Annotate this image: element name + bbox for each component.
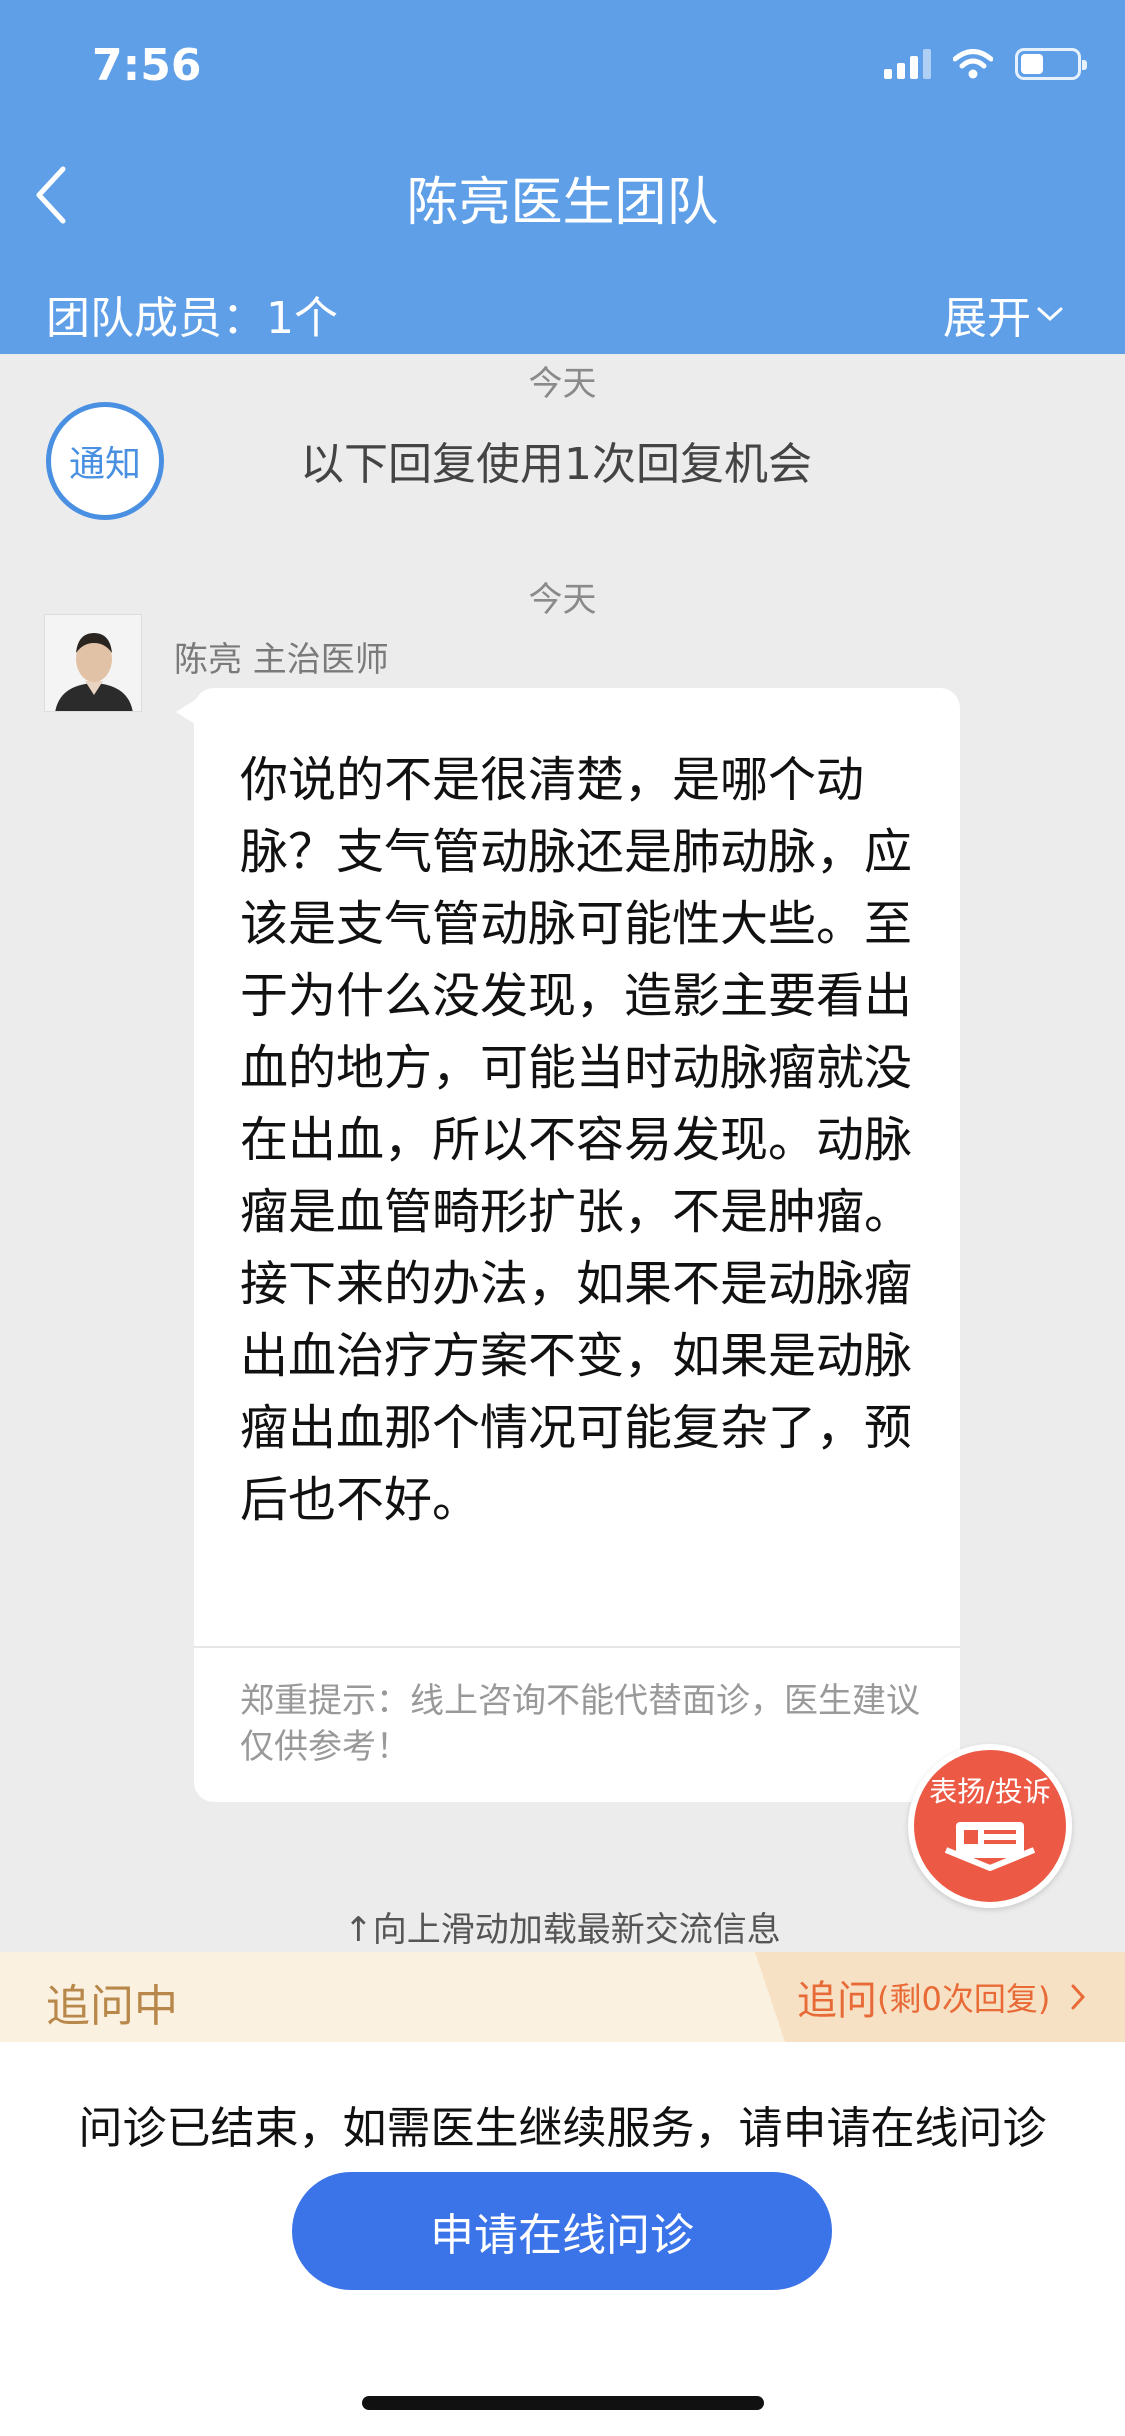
praise-complaint-button[interactable]: 表扬/投诉 — [908, 1744, 1072, 1908]
notice-badge: 通知 — [46, 402, 164, 520]
followup-remaining: (剩0次回复) — [877, 1980, 1051, 2018]
date-label: 今天 — [528, 580, 597, 620]
followup-status: 追问中 — [46, 1981, 178, 2032]
praise-label: 表扬/投诉 — [929, 1775, 1051, 1808]
apply-online-consultation-button[interactable]: 申请在线问诊 — [292, 2172, 832, 2290]
expand-label: 展开 — [943, 293, 1031, 344]
signal-icon — [884, 49, 931, 79]
page-title: 陈亮医生团队 — [406, 173, 719, 233]
status-icons — [884, 48, 1087, 80]
expand-button[interactable]: 展开 — [943, 282, 1063, 346]
divider — [194, 1646, 960, 1648]
date-label: 今天 — [528, 364, 597, 404]
chevron-right-icon — [1071, 1984, 1086, 2010]
followup-label: 追问 — [797, 1978, 877, 2024]
home-indicator[interactable] — [362, 2396, 764, 2410]
doctor-photo — [45, 615, 141, 711]
doctor-avatar[interactable] — [44, 614, 142, 712]
wifi-icon — [953, 49, 993, 79]
followup-bar: 追问中 追问 (剩0次回复) — [0, 1952, 1125, 2042]
header: 7:56 陈亮医生团队 团队成员：1个 展开 — [0, 0, 1125, 354]
doctor-name: 陈亮 主治医师 — [174, 640, 389, 680]
chevron-down-icon — [1037, 307, 1063, 322]
consultation-ended-text: 问诊已结束，如需医生继续服务，请申请在线问诊 — [78, 2103, 1047, 2154]
disclaimer-text: 郑重提示：线上咨询不能代替面诊，医生建议仅供参考！ — [240, 1681, 920, 1767]
battery-icon — [1015, 48, 1087, 80]
message-bubble: 你说的不是很清楚，是哪个动脉？支气管动脉还是肺动脉，应该是支气管动脉可能性大些。… — [176, 688, 960, 1802]
scroll-hint: ↑向上滑动加载最新交流信息 — [344, 1910, 781, 1950]
message-text: 你说的不是很清楚，是哪个动脉？支气管动脉还是肺动脉，应该是支气管动脉可能性大些。… — [240, 752, 913, 1528]
status-time: 7:56 — [92, 40, 202, 91]
followup-button[interactable]: 追问 (剩0次回复) — [755, 1952, 1125, 2042]
feedback-card-icon — [944, 1822, 1036, 1871]
notice-text: 以下回复使用1次回复机会 — [300, 439, 812, 490]
team-members-label: 团队成员：1个 — [46, 293, 338, 344]
bottom-panel: 问诊已结束，如需医生继续服务，请申请在线问诊 申请在线问诊 — [0, 2042, 1125, 2436]
